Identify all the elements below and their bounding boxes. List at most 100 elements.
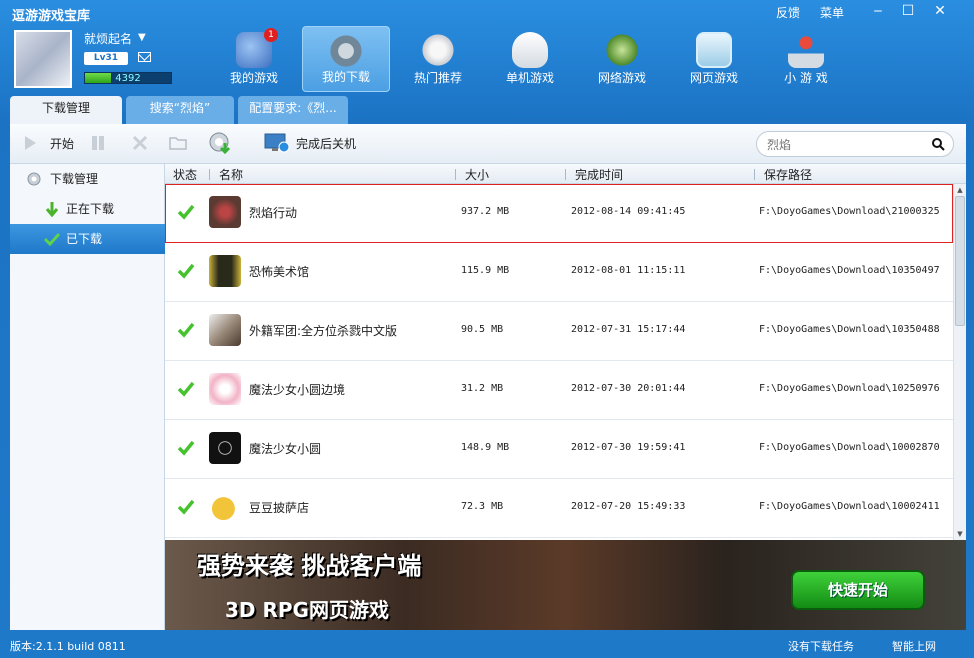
nav-hot-recommend[interactable]: 热门推荐 <box>394 26 482 92</box>
tab-search[interactable]: 搜索“烈焰” <box>126 96 234 124</box>
gear-icon <box>27 172 41 186</box>
scroll-thumb[interactable] <box>955 196 965 326</box>
arrow-down-icon <box>45 202 59 217</box>
pause-icon[interactable] <box>88 133 108 153</box>
quick-start-button[interactable]: 快速开始 <box>791 570 925 610</box>
completion-time: 2012-08-01 11:15:11 <box>571 265 686 276</box>
feedback-link[interactable]: 反馈 <box>776 4 800 21</box>
table-row[interactable]: 魔法少女小圆 148.9 MB 2012-07-30 19:59:41 F:\D… <box>165 420 953 479</box>
nav-single-games[interactable]: 单机游戏 <box>486 26 574 92</box>
column-separator[interactable] <box>565 169 566 180</box>
table-row[interactable]: 豆豆披萨店 72.3 MB 2012-07-20 15:49:33 F:\Doy… <box>165 479 953 538</box>
nav-label: 小 游 戏 <box>784 71 828 85</box>
download-table: 状态 名称 大小 完成时间 保存路径 烈焰行动 937.2 MB 2012-08… <box>165 164 966 540</box>
check-icon <box>177 322 195 338</box>
delete-icon[interactable] <box>130 133 150 153</box>
settings-download-icon[interactable] <box>208 131 234 155</box>
sidebar-item-downloaded[interactable]: 已下载 <box>10 224 165 254</box>
scroll-down-icon[interactable]: ▼ <box>955 529 965 539</box>
smart-net-link[interactable]: 智能上网 <box>892 638 936 654</box>
header-path[interactable]: 保存路径 <box>764 166 812 183</box>
sidebar-item-label: 已下载 <box>66 232 103 246</box>
play-icon[interactable] <box>20 133 40 153</box>
table-row[interactable]: 魔法少女小圆边境 31.2 MB 2012-07-30 20:01:44 F:\… <box>165 361 953 420</box>
sidebar-item-label: 下载管理 <box>50 172 99 186</box>
game-size: 115.9 MB <box>461 265 510 276</box>
nav-label: 单机游戏 <box>505 71 554 85</box>
check-icon <box>44 232 60 246</box>
table-row[interactable]: 恐怖美术馆 115.9 MB 2012-08-01 11:15:11 F:\Do… <box>165 243 953 302</box>
minimize-button[interactable]: ‒ <box>864 2 892 20</box>
header-size[interactable]: 大小 <box>465 166 489 183</box>
game-name: 外籍军团:全方位杀戮中文版 <box>249 324 398 338</box>
level-badge: Lv31 <box>84 52 128 65</box>
search-input[interactable] <box>767 136 917 154</box>
main-panel: 开始 完成后关机 下载管理 正在下载 已下载 <box>10 124 966 630</box>
scroll-up-icon[interactable]: ▲ <box>955 185 965 195</box>
nav-web-games[interactable]: 网页游戏 <box>670 26 758 92</box>
nav-label: 网络游戏 <box>597 71 646 85</box>
monitor-power-icon[interactable] <box>264 132 290 154</box>
sidebar-item-label: 正在下载 <box>66 202 115 216</box>
tab-config[interactable]: 配置要求:《烈... <box>238 96 348 124</box>
game-icon <box>209 196 241 228</box>
start-button[interactable]: 开始 <box>50 134 74 154</box>
status-bar: 版本:2.1.1 build 0811 没有下载任务 智能上网 <box>0 632 974 658</box>
game-icon <box>209 314 241 346</box>
sidebar-item-download-manager[interactable]: 下载管理 <box>10 164 165 194</box>
game-name: 烈焰行动 <box>249 206 298 220</box>
column-separator[interactable] <box>455 169 456 180</box>
toolbar: 开始 完成后关机 <box>10 124 966 164</box>
nav-my-games[interactable]: 1 我的游戏 <box>210 26 298 92</box>
completion-time: 2012-07-30 20:01:44 <box>571 383 686 394</box>
completion-time: 2012-08-14 09:41:45 <box>571 206 686 217</box>
check-icon <box>177 263 195 279</box>
table-row[interactable]: 外籍军团:全方位杀戮中文版 90.5 MB 2012-07-31 15:17:4… <box>165 302 953 361</box>
avatar[interactable] <box>14 30 72 88</box>
sidebar-item-downloading[interactable]: 正在下载 <box>10 194 165 224</box>
header-status[interactable]: 状态 <box>173 166 197 183</box>
title-bar: 逗游游戏宝库 反馈 菜单 ‒ ☐ ✕ <box>0 0 974 24</box>
nav-online-games[interactable]: 网络游戏 <box>578 26 666 92</box>
tab-download-manager[interactable]: 下载管理 <box>10 96 122 124</box>
notification-badge: 1 <box>264 28 278 42</box>
table-rows: 烈焰行动 937.2 MB 2012-08-14 09:41:45 F:\Doy… <box>165 184 953 540</box>
web-game-icon <box>696 32 732 68</box>
exp-value: 4392 <box>115 73 141 84</box>
hot-recommend-icon <box>420 32 456 68</box>
search-icon[interactable] <box>931 137 945 151</box>
column-separator[interactable] <box>754 169 755 180</box>
task-status[interactable]: 没有下载任务 <box>788 638 854 654</box>
table-header: 状态 名称 大小 完成时间 保存路径 <box>165 164 966 184</box>
game-icon <box>209 491 241 523</box>
game-name: 魔法少女小圆 <box>249 442 322 456</box>
menu-link[interactable]: 菜单 <box>820 4 844 21</box>
game-name: 恐怖美术馆 <box>249 265 310 279</box>
shutdown-after-complete[interactable]: 完成后关机 <box>296 134 356 154</box>
username[interactable]: 就烦起名 <box>84 30 132 47</box>
maximize-button[interactable]: ☐ <box>894 2 922 20</box>
check-icon <box>177 499 195 515</box>
ad-banner[interactable]: 强势来袭 挑战客户端 3D RPG网页游戏 快速开始 <box>165 540 966 630</box>
save-path: F:\DoyoGames\Download\10002870 <box>759 442 940 453</box>
table-row[interactable]: 烈焰行动 937.2 MB 2012-08-14 09:41:45 F:\Doy… <box>165 184 953 243</box>
download-gear-icon <box>328 33 364 69</box>
mail-icon[interactable] <box>138 52 151 62</box>
header-time[interactable]: 完成时间 <box>575 166 623 183</box>
column-separator[interactable] <box>209 169 210 180</box>
chevron-down-icon[interactable]: ▼ <box>138 32 146 43</box>
scrollbar[interactable]: ▲ ▼ <box>953 184 966 540</box>
folder-icon[interactable] <box>168 133 188 153</box>
banner-subtitle: 3D RPG网页游戏 <box>225 598 389 622</box>
exp-bar: 4392 <box>84 72 172 84</box>
game-size: 90.5 MB <box>461 324 504 335</box>
network-game-icon <box>604 32 640 68</box>
nav-my-downloads[interactable]: 我的下载 <box>302 26 390 92</box>
game-size: 31.2 MB <box>461 383 504 394</box>
nav-mini-games[interactable]: 小 游 戏 <box>762 26 850 92</box>
gamepad-icon <box>512 32 548 68</box>
check-icon <box>177 204 195 220</box>
save-path: F:\DoyoGames\Download\10002411 <box>759 501 940 512</box>
header-name[interactable]: 名称 <box>219 166 243 183</box>
close-button[interactable]: ✕ <box>926 2 954 20</box>
